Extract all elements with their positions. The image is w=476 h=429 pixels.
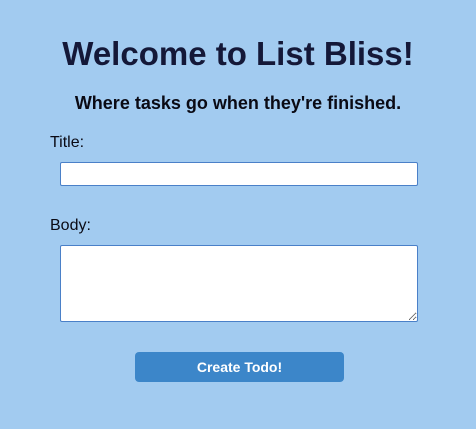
title-input[interactable] [60,162,418,186]
page-subtitle: Where tasks go when they're finished. [74,93,402,113]
body-textarea[interactable] [60,245,418,322]
create-todo-button[interactable]: Create Todo! [135,352,344,382]
title-label: Title: [50,134,85,151]
page-title: Welcome to List Bliss! [62,35,414,72]
body-label: Body: [50,217,91,234]
